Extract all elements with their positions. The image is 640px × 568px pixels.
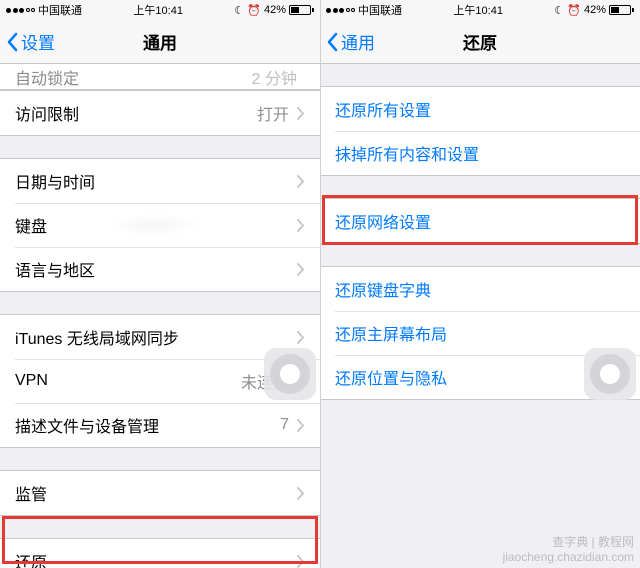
signal-dots-icon xyxy=(326,8,355,13)
status-bar: 中国联通 上午10:41 ☾ ⏰ 42% xyxy=(0,0,320,20)
watermark-line1: 查字典 | 教程网 xyxy=(503,535,634,549)
row-label: 还原位置与隐私 xyxy=(335,365,625,389)
carrier-label: 中国联通 xyxy=(38,2,82,18)
vertical-divider xyxy=(320,0,321,568)
back-button[interactable]: 通用 xyxy=(320,29,375,54)
smudge xyxy=(110,216,200,234)
row-label: 还原网络设置 xyxy=(335,209,625,233)
chevron-right-icon xyxy=(297,175,305,188)
status-time: 上午10:41 xyxy=(453,2,503,18)
phone-general: 中国联通 上午10:41 ☾ ⏰ 42% 设置 通用 自动锁定 2 分钟 访问限… xyxy=(0,0,320,568)
row-reset-network[interactable]: 还原网络设置 xyxy=(320,199,640,243)
row-reset-all-settings[interactable]: 还原所有设置 xyxy=(320,87,640,131)
row-reset-keyboard-dict[interactable]: 还原键盘字典 xyxy=(320,267,640,311)
settings-list[interactable]: 自动锁定 2 分钟 访问限制 打开 日期与时间 键盘 语言与地区 xyxy=(0,64,320,568)
status-time: 上午10:41 xyxy=(133,2,183,18)
row-value: 2 分钟 xyxy=(252,65,297,89)
back-label: 通用 xyxy=(341,29,375,54)
row-restrictions[interactable]: 访问限制 打开 xyxy=(0,91,320,135)
row-label: 抹掉所有内容和设置 xyxy=(335,141,625,165)
chevron-right-icon xyxy=(297,555,305,568)
assistive-touch-button[interactable] xyxy=(264,348,316,400)
alarm-icon: ⏰ xyxy=(567,4,581,17)
row-label: 自动锁定 xyxy=(15,65,252,89)
row-auto-lock[interactable]: 自动锁定 2 分钟 xyxy=(0,64,320,90)
status-bar: 中国联通 上午10:41 ☾ ⏰ 42% xyxy=(320,0,640,20)
row-value: 打开 xyxy=(257,101,289,125)
chevron-right-icon xyxy=(297,331,305,344)
chevron-left-icon xyxy=(326,32,338,52)
row-label: 语言与地区 xyxy=(15,257,297,281)
back-label: 设置 xyxy=(21,29,55,54)
row-value: 7 xyxy=(280,416,289,434)
chevron-right-icon xyxy=(297,419,305,432)
assistive-touch-button[interactable] xyxy=(584,348,636,400)
chevron-right-icon xyxy=(297,219,305,232)
row-profiles[interactable]: 描述文件与设备管理 7 xyxy=(0,403,320,447)
watermark-line2: jiaocheng.chazidian.com xyxy=(503,550,634,564)
row-label: 还原所有设置 xyxy=(335,97,625,121)
chevron-right-icon xyxy=(297,487,305,500)
row-keyboard[interactable]: 键盘 xyxy=(0,203,320,247)
row-label: 描述文件与设备管理 xyxy=(15,413,280,437)
row-label: VPN xyxy=(15,372,241,390)
row-label: 还原键盘字典 xyxy=(335,277,625,301)
dnd-icon: ☾ xyxy=(234,4,244,17)
row-label: 日期与时间 xyxy=(15,169,297,193)
dnd-icon: ☾ xyxy=(554,4,564,17)
row-erase-all[interactable]: 抹掉所有内容和设置 xyxy=(320,131,640,175)
chevron-left-icon xyxy=(6,32,18,52)
row-supervision[interactable]: 监管 xyxy=(0,471,320,515)
battery-icon xyxy=(289,5,314,15)
row-label: 访问限制 xyxy=(15,101,257,125)
back-button[interactable]: 设置 xyxy=(0,29,55,54)
signal-dots-icon xyxy=(6,8,35,13)
alarm-icon: ⏰ xyxy=(247,4,261,17)
battery-icon xyxy=(609,5,634,15)
row-label: 还原 xyxy=(15,549,297,568)
carrier-label: 中国联通 xyxy=(358,2,402,18)
chevron-right-icon xyxy=(297,107,305,120)
battery-percent: 42% xyxy=(264,4,286,16)
row-date-time[interactable]: 日期与时间 xyxy=(0,159,320,203)
row-label: iTunes 无线局域网同步 xyxy=(15,325,297,349)
watermark: 查字典 | 教程网 jiaocheng.chazidian.com xyxy=(503,535,634,564)
chevron-right-icon xyxy=(297,263,305,276)
nav-bar: 设置 通用 xyxy=(0,20,320,64)
row-language-region[interactable]: 语言与地区 xyxy=(0,247,320,291)
row-label: 监管 xyxy=(15,481,297,505)
row-reset[interactable]: 还原 xyxy=(0,539,320,568)
phone-reset: 中国联通 上午10:41 ☾ ⏰ 42% 通用 还原 还原所有设置 抹掉所有内容… xyxy=(320,0,640,568)
nav-bar: 通用 还原 xyxy=(320,20,640,64)
row-label: 还原主屏幕布局 xyxy=(335,321,625,345)
battery-percent: 42% xyxy=(584,4,606,16)
